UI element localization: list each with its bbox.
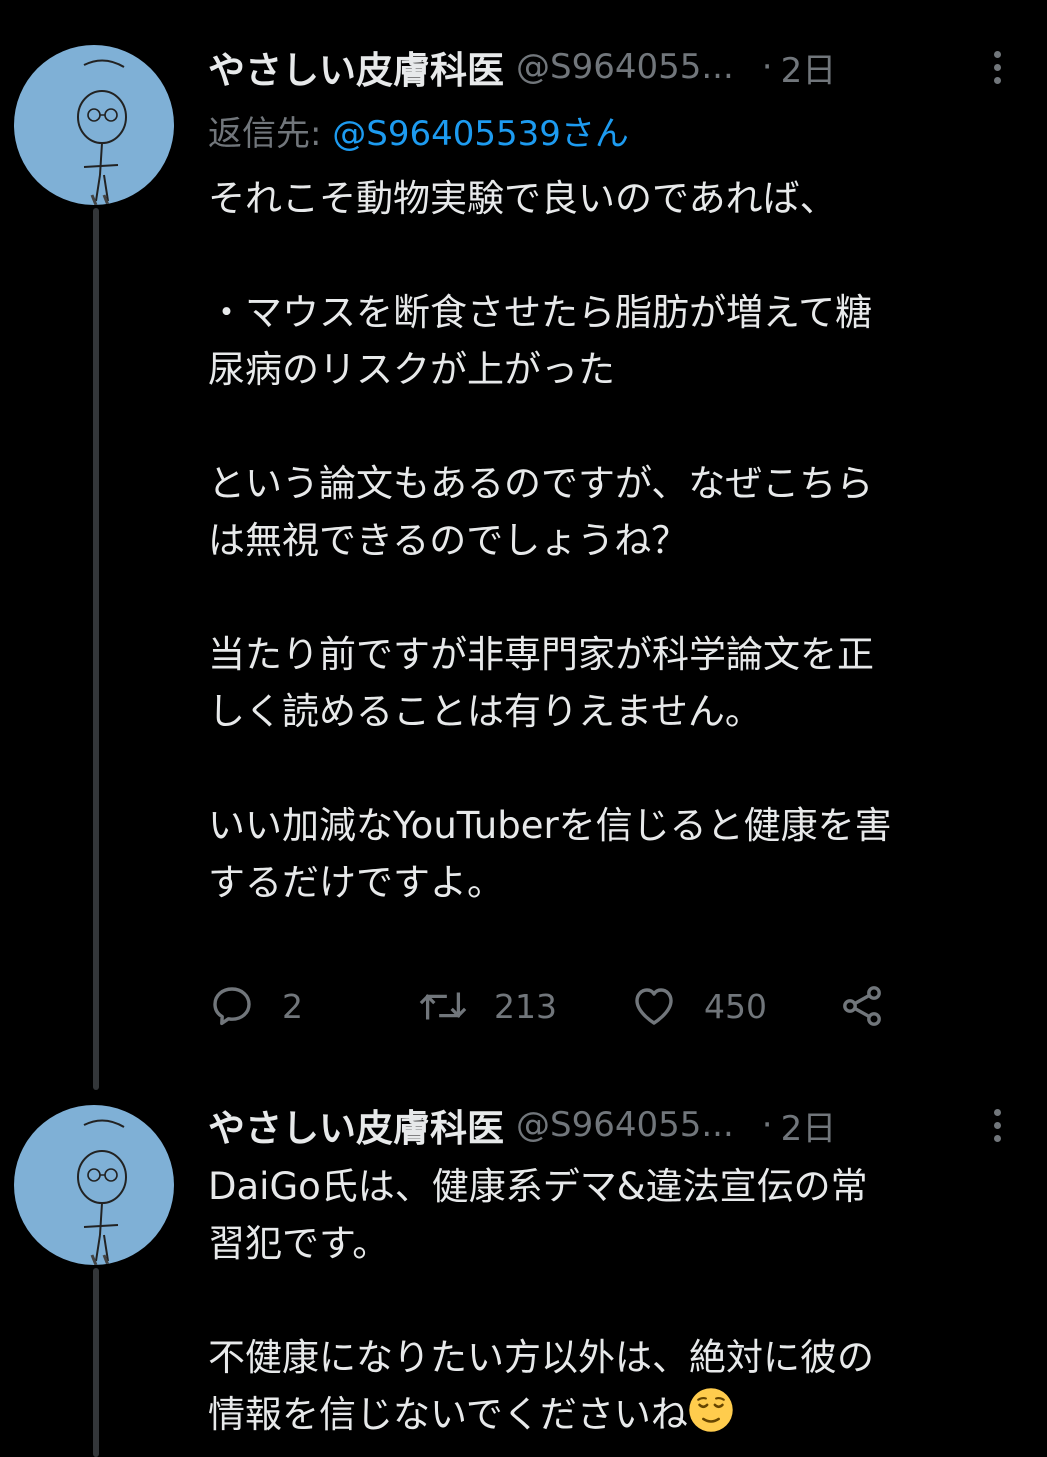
retweet-button[interactable]: 213 bbox=[418, 982, 630, 1030]
tweet-actions: 2 213 450 bbox=[208, 978, 886, 1034]
tweet-header: やさしい皮膚科医 @S964055... · 2日 bbox=[208, 1100, 1017, 1150]
more-options-icon[interactable] bbox=[977, 1100, 1017, 1150]
hand-drawn-figure-icon bbox=[77, 1119, 127, 1265]
heart-icon bbox=[635, 988, 673, 1025]
author-handle[interactable]: @S964055... bbox=[516, 47, 734, 87]
author-name[interactable]: やさしい皮膚科医 bbox=[208, 40, 504, 94]
tweet-1[interactable]: やさしい皮膚科医 @S964055... · 2日 返信先: @S9640553… bbox=[0, 0, 1047, 1090]
tweet-timestamp[interactable]: 2日 bbox=[781, 1101, 837, 1150]
user-avatar[interactable] bbox=[14, 45, 174, 205]
like-button[interactable]: 450 bbox=[630, 982, 838, 1030]
reply-to-prefix: 返信先: bbox=[208, 114, 333, 154]
tweet-2[interactable]: やさしい皮膚科医 @S964055... · 2日 DaiGo氏は、健康系デマ&… bbox=[0, 1090, 1047, 1457]
tweet-timestamp[interactable]: 2日 bbox=[781, 43, 837, 92]
reply-to-mention-link[interactable]: @S96405539さん bbox=[332, 114, 629, 154]
reply-to-line: 返信先: @S96405539さん bbox=[208, 106, 629, 155]
retweet-count: 213 bbox=[494, 986, 557, 1026]
author-handle[interactable]: @S964055... bbox=[516, 1105, 734, 1145]
more-options-icon[interactable] bbox=[977, 42, 1017, 92]
relieved-face-emoji-icon bbox=[689, 1388, 733, 1432]
share-icon bbox=[843, 986, 881, 1026]
tweet-text: それこそ動物実験で良いのであれば、 ・マウスを断食させたら脂肪が増えて糖 尿病の… bbox=[208, 177, 892, 904]
tweet-text: DaiGo氏は、健康系デマ&違法宣伝の常 習犯です。 不健康になりたい方以外は、… bbox=[208, 1158, 1028, 1443]
separator-dot: · bbox=[761, 1105, 773, 1145]
like-count: 450 bbox=[704, 986, 767, 1026]
reply-count: 2 bbox=[282, 986, 303, 1026]
user-avatar[interactable] bbox=[14, 1105, 174, 1265]
hand-drawn-figure-icon bbox=[77, 59, 127, 205]
retweet-icon bbox=[419, 992, 467, 1020]
separator-dot: · bbox=[761, 47, 773, 87]
share-button[interactable] bbox=[838, 982, 886, 1030]
tweet-text-content: DaiGo氏は、健康系デマ&違法宣伝の常 習犯です。 不健康になりたい方以外は、… bbox=[208, 1165, 874, 1436]
reply-icon bbox=[213, 987, 251, 1026]
reply-button[interactable]: 2 bbox=[208, 982, 418, 1030]
author-name[interactable]: やさしい皮膚科医 bbox=[208, 1098, 504, 1152]
tweet-header: やさしい皮膚科医 @S964055... · 2日 bbox=[208, 42, 1017, 92]
